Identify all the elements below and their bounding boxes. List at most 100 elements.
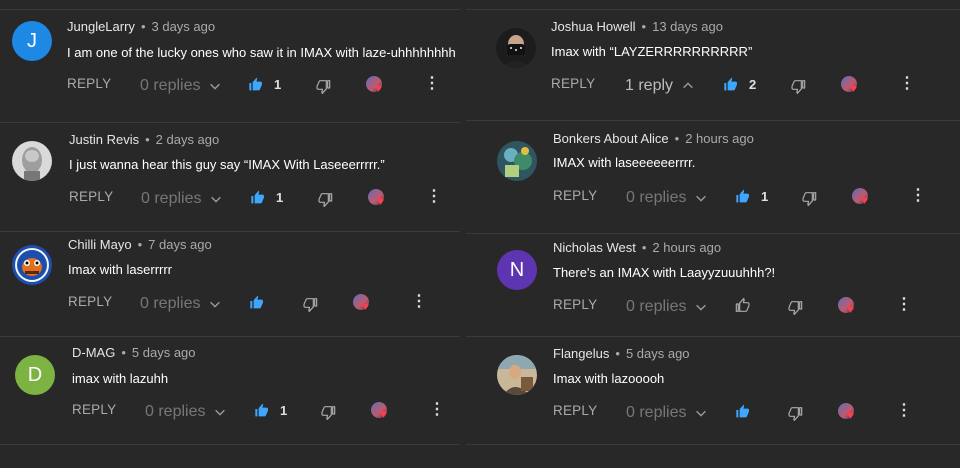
- like-button[interactable]: [723, 77, 739, 93]
- divider-left-1: [0, 122, 460, 123]
- timestamp[interactable]: 5 days ago: [626, 346, 690, 361]
- more-vert-icon[interactable]: ⋮: [424, 76, 440, 92]
- thumb-down-icon: [787, 299, 803, 315]
- like-button[interactable]: [254, 403, 270, 419]
- author-name[interactable]: Bonkers About Alice: [553, 131, 669, 146]
- replies-count: 0 replies: [145, 403, 206, 420]
- timestamp[interactable]: 2 days ago: [156, 132, 220, 147]
- avatar[interactable]: D: [15, 355, 55, 395]
- author-name[interactable]: Justin Revis: [69, 132, 139, 147]
- replies-toggle[interactable]: 1 reply: [625, 77, 695, 95]
- reply-button[interactable]: REPLY: [67, 76, 111, 91]
- heart-icon: ♥: [377, 194, 385, 208]
- comment-header: Bonkers About Alice • 2 hours ago: [553, 131, 754, 146]
- timestamp[interactable]: 13 days ago: [652, 19, 723, 34]
- like-button[interactable]: [735, 298, 751, 314]
- heart-icon: ♥: [375, 81, 383, 95]
- chevron-down-icon: [686, 189, 708, 206]
- reply-button[interactable]: REPLY: [72, 402, 116, 417]
- timestamp[interactable]: 3 days ago: [152, 19, 216, 34]
- more-vert-icon[interactable]: ⋮: [899, 76, 915, 92]
- timestamp[interactable]: 2 hours ago: [652, 240, 721, 255]
- author-name[interactable]: D-MAG: [72, 345, 115, 360]
- avatar[interactable]: [497, 141, 537, 181]
- more-vert-icon[interactable]: ⋮: [910, 188, 926, 204]
- avatar[interactable]: [497, 355, 537, 395]
- avatar-letter: N: [509, 258, 525, 281]
- timestamp[interactable]: 2 hours ago: [685, 131, 754, 146]
- creator-heart-icon: ♥: [366, 76, 386, 94]
- creator-heart-icon: ♥: [841, 76, 861, 94]
- comment-text: IMAX with laseeeeeerrrr.: [553, 155, 696, 170]
- avatar[interactable]: J: [12, 21, 52, 61]
- divider-left-4: [0, 444, 460, 445]
- replies-toggle[interactable]: 0 replies: [626, 404, 708, 422]
- comment-header: Justin Revis • 2 days ago: [69, 132, 219, 147]
- author-name[interactable]: JungleLarry: [67, 19, 135, 34]
- replies-toggle[interactable]: 0 replies: [145, 403, 227, 421]
- more-vert-icon[interactable]: ⋮: [896, 403, 912, 419]
- dislike-button[interactable]: [302, 296, 318, 312]
- more-vert-icon[interactable]: ⋮: [896, 297, 912, 313]
- dislike-button[interactable]: [787, 299, 803, 315]
- dislike-button[interactable]: [317, 191, 333, 207]
- dislike-button[interactable]: [320, 404, 336, 420]
- comment-header: D-MAG • 5 days ago: [72, 345, 196, 360]
- replies-toggle[interactable]: 0 replies: [141, 190, 223, 208]
- separator-dot: •: [140, 19, 146, 34]
- comment-header: Flangelus • 5 days ago: [553, 346, 690, 361]
- replies-toggle[interactable]: 0 replies: [140, 295, 222, 313]
- separator-dot: •: [674, 131, 680, 146]
- author-name[interactable]: Joshua Howell: [551, 19, 636, 34]
- avatar[interactable]: N: [497, 250, 537, 290]
- like-button[interactable]: [248, 77, 264, 93]
- dislike-button[interactable]: [315, 78, 331, 94]
- timestamp[interactable]: 5 days ago: [132, 345, 196, 360]
- top-divider-right: [466, 9, 960, 10]
- replies-toggle[interactable]: 0 replies: [626, 189, 708, 207]
- timestamp[interactable]: 7 days ago: [148, 237, 212, 252]
- chevron-down-icon: [200, 77, 222, 94]
- avatar[interactable]: [496, 28, 536, 68]
- like-count: 1: [761, 189, 769, 204]
- replies-toggle[interactable]: 0 replies: [140, 77, 222, 95]
- reply-button[interactable]: REPLY: [553, 297, 597, 312]
- author-name[interactable]: Nicholas West: [553, 240, 636, 255]
- separator-dot: •: [641, 19, 647, 34]
- like-button[interactable]: [249, 295, 265, 311]
- more-vert-icon[interactable]: ⋮: [426, 189, 442, 205]
- more-vert-icon[interactable]: ⋮: [429, 402, 445, 418]
- chevron-down-icon: [201, 190, 223, 207]
- reply-button[interactable]: REPLY: [551, 76, 595, 91]
- like-count: 1: [280, 403, 288, 418]
- like-count: 2: [749, 77, 757, 92]
- creator-heart-icon: ♥: [371, 402, 391, 420]
- dislike-button[interactable]: [787, 405, 803, 421]
- avatar-letter: J: [27, 29, 37, 52]
- chevron-down-icon: [686, 404, 708, 421]
- reply-button[interactable]: REPLY: [68, 294, 112, 309]
- replies-toggle[interactable]: 0 replies: [626, 298, 708, 316]
- reply-button[interactable]: REPLY: [69, 189, 113, 204]
- heart-icon: ♥: [861, 193, 869, 207]
- comment-text: I am one of the lucky ones who saw it in…: [67, 45, 456, 60]
- more-vert-icon[interactable]: ⋮: [411, 294, 427, 310]
- reply-button[interactable]: REPLY: [553, 188, 597, 203]
- dislike-button[interactable]: [801, 190, 817, 206]
- author-name[interactable]: Flangelus: [553, 346, 609, 361]
- avatar-image: [497, 355, 537, 395]
- like-button[interactable]: [735, 189, 751, 205]
- like-button[interactable]: [735, 404, 751, 420]
- separator-dot: •: [145, 132, 150, 147]
- reply-button[interactable]: REPLY: [553, 403, 597, 418]
- thumb-up-icon: [735, 298, 751, 314]
- chevron-down-icon: [205, 403, 227, 420]
- heart-icon: ♥: [847, 408, 855, 422]
- comment-text: Imax with “LAYZERRRRRRRRRR”: [551, 44, 753, 59]
- author-name[interactable]: Chilli Mayo: [68, 237, 132, 252]
- avatar[interactable]: [12, 245, 52, 285]
- avatar[interactable]: [12, 141, 52, 181]
- like-button[interactable]: [250, 190, 266, 206]
- dislike-button[interactable]: [790, 78, 806, 94]
- comment-header: Joshua Howell • 13 days ago: [551, 19, 723, 34]
